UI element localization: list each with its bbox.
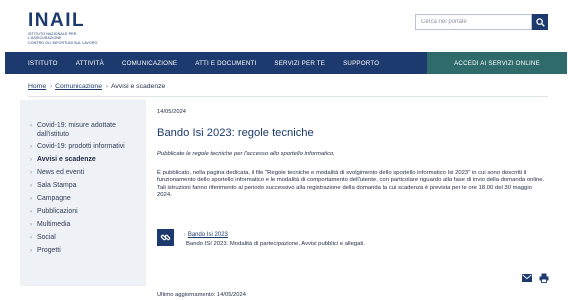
sidebar-item-pubblicazioni[interactable]: › Pubblicazioni xyxy=(20,208,146,217)
sidebar-menu: › Covid-19: misure adottate dall'istitut… xyxy=(20,100,146,286)
sidebar-item-label: Avvisi e scadenze xyxy=(37,156,96,164)
chevron-right-icon: › xyxy=(30,208,32,215)
sidebar-item-label: Progetti xyxy=(37,246,61,254)
breadcrumb: Home › Comunicazione › Avvisi e scadenze xyxy=(28,83,165,90)
sidebar-item-news[interactable]: › News ed eventi xyxy=(20,169,146,178)
chevron-right-icon: › xyxy=(30,247,32,254)
chevron-right-icon: › xyxy=(30,157,32,164)
sidebar-item-label: News ed eventi xyxy=(37,169,85,177)
sidebar-item-multimedia[interactable]: › Multimedia xyxy=(20,221,146,230)
sidebar-item-label: Covid-19: misure adottate dall'istituto xyxy=(37,122,116,138)
attachment-description: Bando ISI 2023. Modalità di partecipazio… xyxy=(186,241,366,247)
nav-attivita[interactable]: Attività xyxy=(58,60,104,67)
sidebar-item-label: Social xyxy=(37,233,56,241)
chevron-right-icon: › xyxy=(30,221,32,228)
nav-comunicazione[interactable]: Comunicazione xyxy=(104,60,177,67)
sidebar-item-label: Campagne xyxy=(37,194,71,202)
envelope-icon[interactable] xyxy=(522,273,532,283)
main-navigation: Istituto Attività Comunicazione Atti e d… xyxy=(5,52,567,74)
chain-link-glyph xyxy=(160,234,171,241)
sidebar-item-label: Multimedia xyxy=(37,220,71,228)
article-body: È pubblicato, nella pagina dedicata, il … xyxy=(157,170,547,200)
breadcrumb-current: Avvisi e scadenze xyxy=(111,83,166,90)
breadcrumb-home[interactable]: Home xyxy=(28,83,46,90)
chevron-right-icon: › xyxy=(30,234,32,241)
nav-atti-e-documenti[interactable]: Atti e documenti xyxy=(177,60,256,67)
logo-subtitle: Istituto nazionale per l'assicurazione c… xyxy=(28,32,98,45)
attachment-link[interactable]: Bando Isi 2023 xyxy=(188,232,228,238)
link-icon[interactable] xyxy=(157,229,174,246)
search-button[interactable] xyxy=(532,14,548,30)
chevron-right-icon: › xyxy=(30,123,32,129)
sidebar-item-sala-stampa[interactable]: › Sala Stampa xyxy=(20,182,146,191)
chevron-right-icon: › xyxy=(30,195,32,202)
search-icon xyxy=(535,17,545,27)
nav-supporto[interactable]: Supporto xyxy=(325,60,379,67)
sidebar-item-social[interactable]: › Social xyxy=(20,234,146,243)
inail-logo[interactable]: INAIL Istituto nazionale per l'assicuraz… xyxy=(28,11,108,45)
sidebar-item-covid-misure[interactable]: › Covid-19: misure adottate dall'istitut… xyxy=(20,122,146,139)
search-input[interactable] xyxy=(415,14,532,30)
chevron-right-icon: › xyxy=(50,83,53,90)
sidebar-item-campagne[interactable]: › Campagne xyxy=(20,195,146,204)
nav-istituto[interactable]: Istituto xyxy=(5,60,58,67)
article-date: 14/05/2024 xyxy=(157,109,187,115)
search-bar xyxy=(415,14,549,30)
breadcrumb-comunicazione[interactable]: Comunicazione xyxy=(55,83,102,90)
sidebar-item-label: Pubblicazioni xyxy=(37,207,78,215)
nav-servizi-per-te[interactable]: Servizi per te xyxy=(256,60,325,67)
online-services-button[interactable]: Accedi ai servizi online xyxy=(427,52,567,74)
sidebar-item-label: Sala Stampa xyxy=(37,182,77,190)
last-update: Ultimo aggiornamento: 14/05/2024 xyxy=(157,292,246,298)
sidebar-item-covid-prodotti[interactable]: › Covid-19: prodotti informativi xyxy=(20,143,146,152)
chevron-right-icon: › xyxy=(30,170,32,177)
logo-wordmark: INAIL xyxy=(28,10,86,31)
breadcrumb-divider xyxy=(28,96,548,97)
page-tools xyxy=(522,273,549,283)
chevron-right-icon: › xyxy=(184,232,186,238)
attachment-link-row: › Bando Isi 2023 xyxy=(184,232,228,238)
chevron-right-icon: › xyxy=(106,83,108,90)
article-paragraph: Tali istruzioni fanno riferimento al per… xyxy=(157,184,532,199)
sidebar-item-avvisi[interactable]: › Avvisi e scadenze xyxy=(20,156,146,165)
sidebar-item-label: Covid-19: prodotti informativi xyxy=(37,143,125,151)
chevron-right-icon: › xyxy=(30,144,32,151)
printer-icon[interactable] xyxy=(539,273,549,283)
sidebar-item-progetti[interactable]: › Progetti xyxy=(20,247,146,256)
site-header: INAIL Istituto nazionale per l'assicuraz… xyxy=(0,0,568,52)
article-lead: Pubblicate le regole tecniche per l'acce… xyxy=(157,151,335,157)
chevron-right-icon: › xyxy=(30,183,32,190)
article-paragraph: È pubblicato, nella pagina dedicata, il … xyxy=(157,170,545,184)
page-title: Bando Isi 2023: regole tecniche xyxy=(157,127,314,139)
